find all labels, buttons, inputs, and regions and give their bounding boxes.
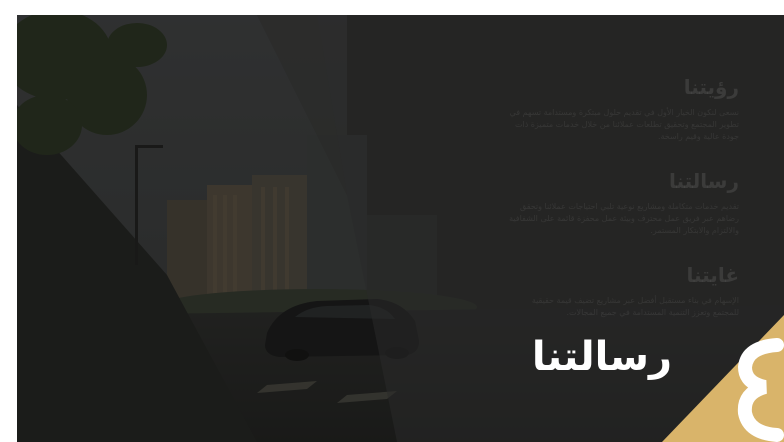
slide: رؤيتنا نسعى لنكون الخيار الأول في تقديم … — [17, 15, 784, 442]
slide-title: رسالتنا — [531, 334, 672, 380]
